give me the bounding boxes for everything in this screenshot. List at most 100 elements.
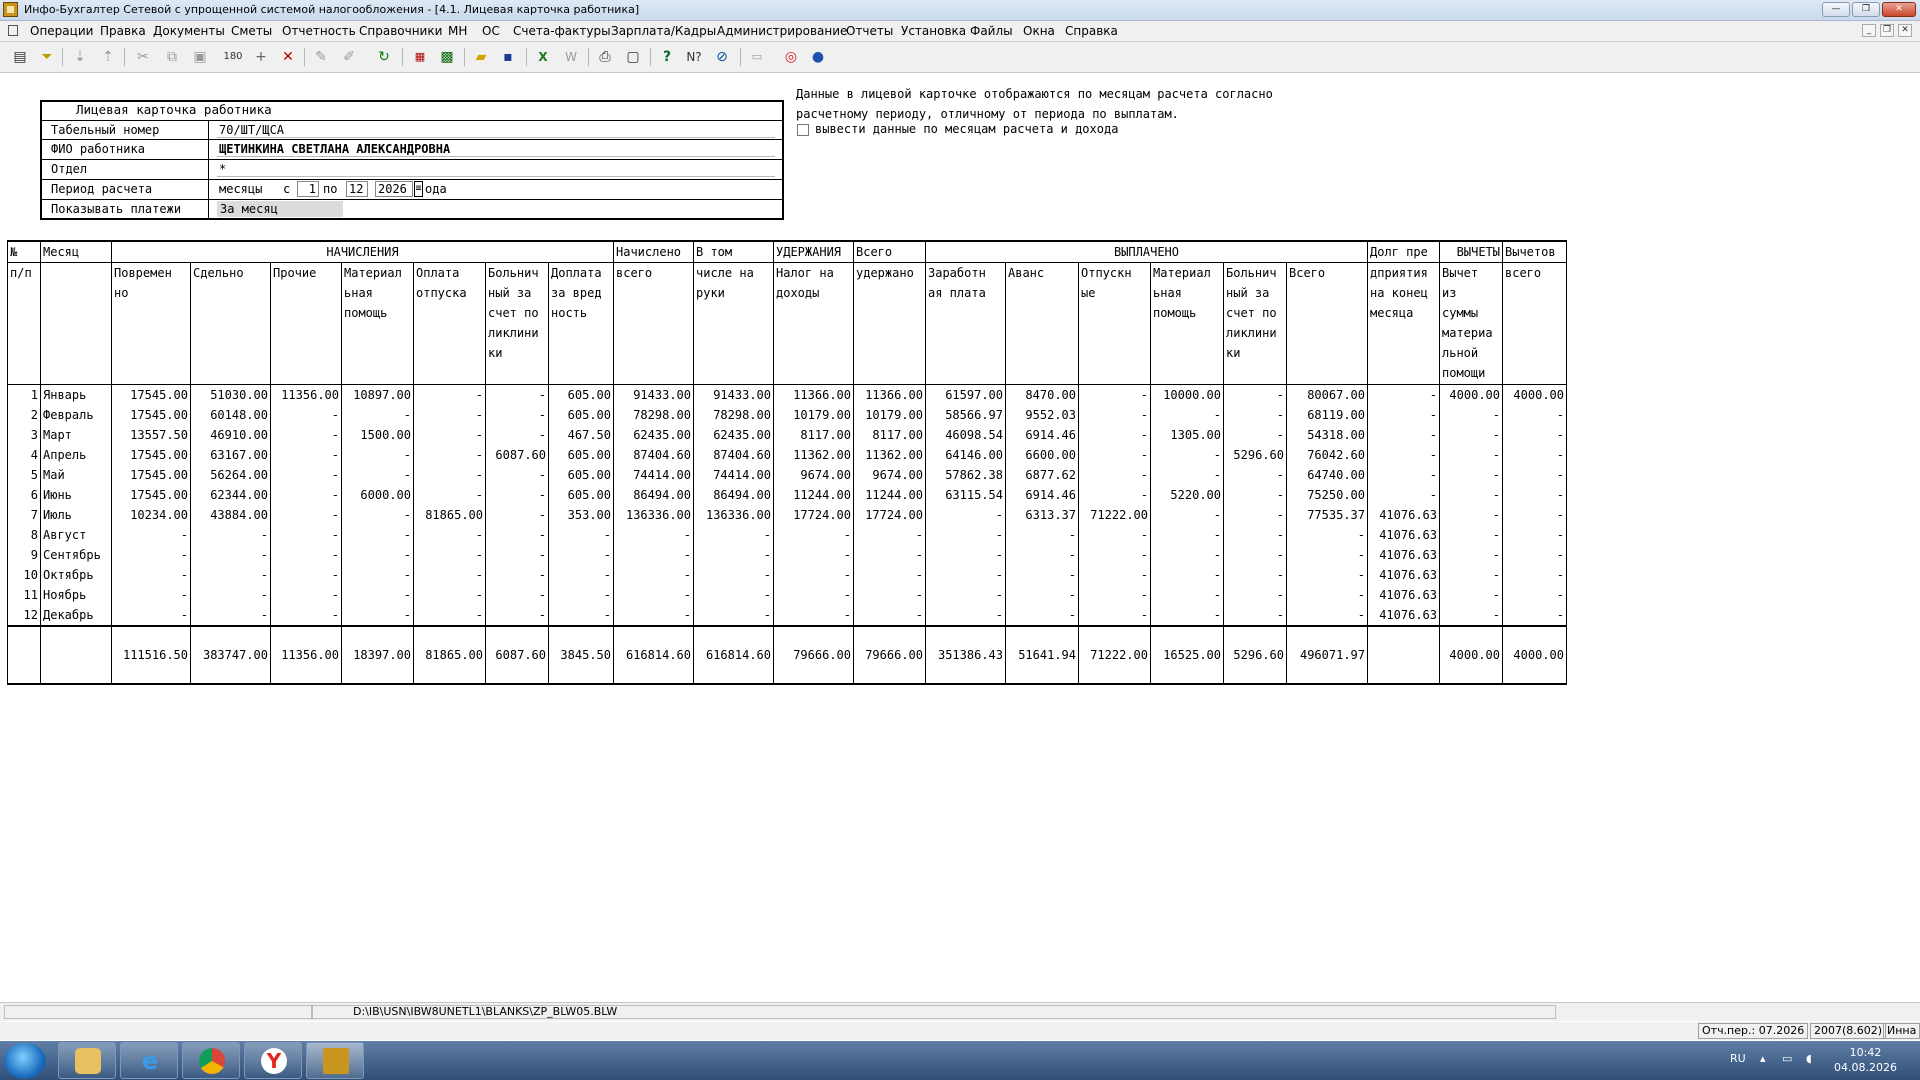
document-menu-icon[interactable]: [8, 25, 18, 36]
table-cell[interactable]: 6914.46: [1005, 425, 1079, 445]
table-cell[interactable]: -: [1367, 485, 1440, 505]
table-cell[interactable]: 46910.00: [190, 425, 271, 445]
context-help-icon[interactable]: N?: [684, 47, 704, 67]
table-row[interactable]: 4 Апрель 17545.00 63167.00- - -6087.60 605.00 8…: [7, 445, 1567, 465]
table-cell[interactable]: 11366.00: [773, 384, 854, 405]
table-cell[interactable]: 605.00: [548, 485, 614, 505]
table-cell[interactable]: 9674.00: [853, 465, 926, 485]
table-cell[interactable]: 60148.00: [190, 405, 271, 425]
table-cell[interactable]: -: [413, 405, 486, 425]
table-cell[interactable]: 5296.60: [1223, 445, 1287, 465]
table-cell[interactable]: 605.00: [548, 445, 614, 465]
table-cell[interactable]: -: [485, 384, 549, 405]
table-cell[interactable]: -: [413, 605, 486, 626]
table-cell[interactable]: -: [485, 485, 549, 505]
table-cell[interactable]: -: [341, 525, 414, 545]
table-cell[interactable]: -: [1150, 505, 1224, 525]
table-cell[interactable]: -: [925, 585, 1006, 605]
unmark-icon[interactable]: ✐: [339, 47, 359, 67]
table-cell[interactable]: 62344.00: [190, 485, 271, 505]
table-cell[interactable]: -: [111, 565, 191, 585]
table-cell[interactable]: -: [270, 405, 342, 425]
table-cell[interactable]: -: [1078, 425, 1151, 445]
menu-setup[interactable]: Установка: [901, 24, 966, 38]
table-row[interactable]: 3 Март 13557.50 46910.00-1500.00- -467.50 624…: [7, 425, 1567, 445]
table-cell[interactable]: -: [1502, 425, 1567, 445]
table-cell[interactable]: 41076.63: [1367, 525, 1440, 545]
table-cell[interactable]: 6000.00: [341, 485, 414, 505]
table-cell[interactable]: -: [270, 545, 342, 565]
table-cell[interactable]: -: [1223, 545, 1287, 565]
table-cell[interactable]: -: [548, 565, 614, 585]
menu-operations[interactable]: Операции: [30, 24, 93, 38]
menu-reports[interactable]: Отчеты: [846, 24, 893, 38]
table-cell[interactable]: 61597.00: [925, 384, 1006, 405]
table-cell[interactable]: 41076.63: [1367, 605, 1440, 626]
table-cell[interactable]: -: [1286, 525, 1368, 545]
table-cell[interactable]: -: [190, 545, 271, 565]
table-cell[interactable]: 86494.00: [613, 485, 694, 505]
table-cell[interactable]: -: [1223, 525, 1287, 545]
table-cell[interactable]: -: [190, 565, 271, 585]
table-cell[interactable]: -: [485, 505, 549, 525]
table-cell[interactable]: -: [613, 545, 694, 565]
table-cell[interactable]: -: [853, 545, 926, 565]
table-cell[interactable]: -: [1005, 585, 1079, 605]
table-cell[interactable]: 6914.46: [1005, 485, 1079, 505]
table-cell[interactable]: -: [773, 585, 854, 605]
table-cell[interactable]: -: [1078, 585, 1151, 605]
period-to-field[interactable]: 12: [346, 181, 368, 197]
table-cell[interactable]: -: [341, 465, 414, 485]
table-cell[interactable]: -: [1502, 605, 1567, 626]
navigate-icon[interactable]: ⊘: [712, 47, 732, 67]
sort-desc-icon[interactable]: ⇡: [98, 47, 118, 67]
table-cell[interactable]: 87404.60: [693, 445, 774, 465]
table-cell[interactable]: 63115.54: [925, 485, 1006, 505]
table-cell[interactable]: -: [1150, 445, 1224, 465]
table-cell[interactable]: -: [1223, 565, 1287, 585]
minimize-button[interactable]: —: [1822, 2, 1850, 17]
table-cell[interactable]: 62435.00: [613, 425, 694, 445]
add-icon[interactable]: +: [251, 47, 271, 67]
table-cell[interactable]: -: [413, 445, 486, 465]
table-cell[interactable]: -: [1367, 425, 1440, 445]
table-cell[interactable]: -: [613, 565, 694, 585]
table-cell[interactable]: -: [485, 605, 549, 626]
table-cell[interactable]: -: [1078, 445, 1151, 465]
keyboard-icon[interactable]: ▭: [747, 47, 767, 67]
close-button[interactable]: ✕: [1882, 2, 1916, 17]
report-icon[interactable]: ▤: [10, 47, 30, 67]
web-icon[interactable]: ●: [808, 47, 828, 67]
table-cell[interactable]: -: [270, 525, 342, 545]
table-cell[interactable]: -: [270, 465, 342, 485]
table-cell[interactable]: 74414.00: [693, 465, 774, 485]
table-cell[interactable]: -: [1078, 565, 1151, 585]
table-cell[interactable]: 467.50: [548, 425, 614, 445]
table-cell[interactable]: -: [1367, 465, 1440, 485]
table-cell[interactable]: -: [1502, 545, 1567, 565]
table-cell[interactable]: -: [485, 545, 549, 565]
menu-mn[interactable]: МН: [448, 24, 467, 38]
word-icon[interactable]: W: [561, 47, 581, 67]
table-cell[interactable]: -: [413, 425, 486, 445]
table-cell[interactable]: 80067.00: [1286, 384, 1368, 405]
table-cell[interactable]: -: [413, 384, 486, 405]
table-cell[interactable]: -: [1439, 445, 1503, 465]
table-cell[interactable]: -: [853, 565, 926, 585]
table-cell[interactable]: 10897.00: [341, 384, 414, 405]
lifebuoy-icon[interactable]: ◎: [781, 47, 801, 67]
table-cell[interactable]: -: [1286, 585, 1368, 605]
table-cell[interactable]: -: [1223, 485, 1287, 505]
table-cell[interactable]: -: [1150, 585, 1224, 605]
table-cell[interactable]: 11362.00: [773, 445, 854, 465]
dept-field[interactable]: *: [217, 161, 775, 177]
table-cell[interactable]: 17545.00: [111, 405, 191, 425]
table-cell[interactable]: -: [1286, 545, 1368, 565]
help-icon[interactable]: ?: [657, 47, 677, 67]
table-cell[interactable]: -: [925, 545, 1006, 565]
table-cell[interactable]: -: [111, 585, 191, 605]
taskbar-explorer[interactable]: [58, 1042, 116, 1079]
table-cell[interactable]: -: [1078, 605, 1151, 626]
table-cell[interactable]: -: [613, 585, 694, 605]
table-cell[interactable]: 9552.03: [1005, 405, 1079, 425]
